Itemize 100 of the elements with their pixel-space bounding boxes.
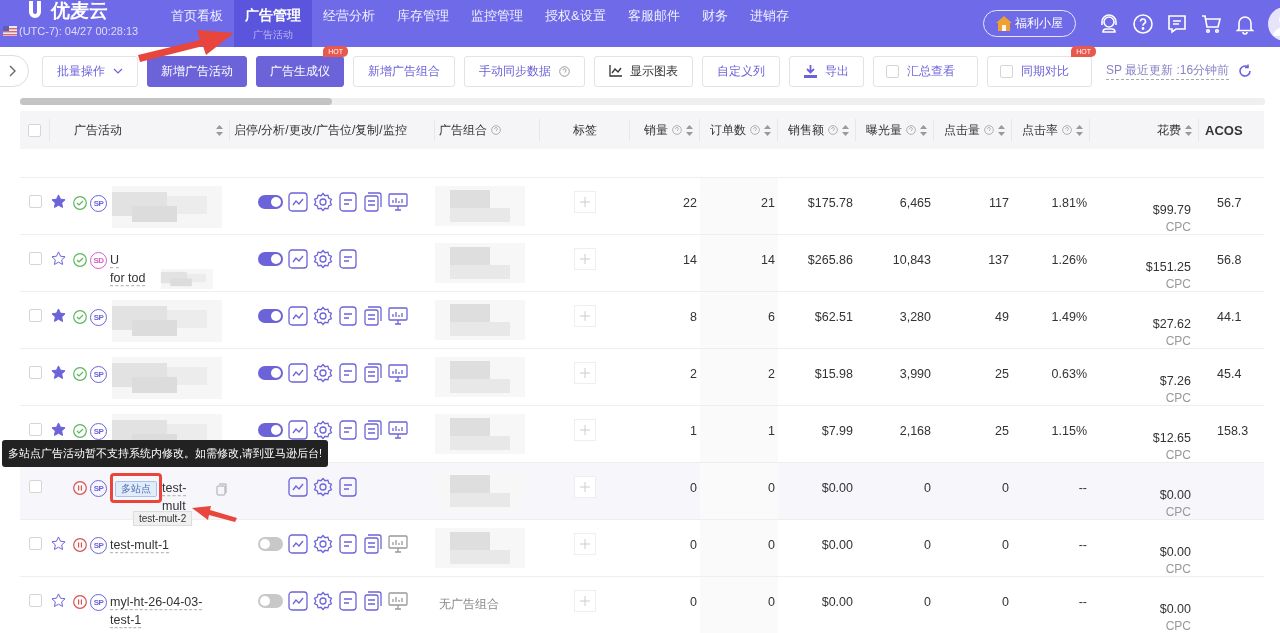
monitor-icon[interactable] <box>388 192 408 212</box>
toggle-switch[interactable] <box>258 195 283 209</box>
toggle-switch[interactable] <box>258 537 283 551</box>
document-icon[interactable] <box>338 591 358 611</box>
horizontal-scrollbar[interactable] <box>20 98 1265 105</box>
toggle-switch[interactable] <box>258 423 283 437</box>
monitor-icon[interactable] <box>388 591 408 611</box>
toolbar-button[interactable]: 导出 <box>789 55 864 87</box>
settings-icon[interactable] <box>313 591 333 611</box>
trend-chart-icon[interactable] <box>288 477 308 497</box>
nav-tab[interactable]: 授权&设置 <box>534 0 617 47</box>
help-icon[interactable] <box>1062 125 1072 135</box>
row-checkbox[interactable] <box>28 366 42 379</box>
trend-chart-icon[interactable] <box>288 192 308 212</box>
monitor-icon[interactable] <box>388 306 408 326</box>
copy-icon[interactable] <box>363 591 383 611</box>
copy-icon[interactable] <box>363 363 383 383</box>
settings-icon[interactable] <box>313 249 333 269</box>
star-icon[interactable] <box>51 536 66 551</box>
select-all-checkbox[interactable] <box>28 123 41 137</box>
toolbar-button[interactable]: 手动同步数据 <box>464 55 585 87</box>
toolbar-button[interactable]: 新增广告活动 <box>147 55 247 87</box>
trend-chart-icon[interactable] <box>288 534 308 554</box>
nav-tab[interactable]: 客服邮件 <box>616 0 691 47</box>
refresh-icon[interactable] <box>1238 64 1253 78</box>
toolbar-button[interactable]: 新增广告组合 <box>353 55 455 87</box>
message-icon[interactable] <box>1166 12 1188 35</box>
help-icon[interactable] <box>828 125 838 135</box>
nav-tab[interactable]: 监控管理 <box>460 0 534 47</box>
nav-tab[interactable]: 财务 <box>690 0 739 47</box>
trend-chart-icon[interactable] <box>288 591 308 611</box>
help-icon[interactable] <box>750 125 760 135</box>
welfare-button[interactable]: 福利小屋 <box>983 10 1076 37</box>
settings-icon[interactable] <box>313 192 333 212</box>
toolbar-button[interactable]: 广告生成仪 <box>256 55 344 87</box>
sort-icon[interactable] <box>216 124 223 136</box>
star-icon[interactable] <box>51 422 66 437</box>
row-checkbox[interactable] <box>28 594 42 607</box>
document-icon[interactable] <box>338 306 358 326</box>
trend-chart-icon[interactable] <box>288 249 308 269</box>
document-icon[interactable] <box>338 420 358 440</box>
document-icon[interactable] <box>338 363 358 383</box>
document-icon[interactable] <box>338 249 358 269</box>
row-checkbox[interactable] <box>28 537 42 550</box>
settings-icon[interactable] <box>313 534 333 554</box>
star-icon[interactable] <box>51 251 66 266</box>
row-checkbox[interactable] <box>28 423 42 436</box>
sort-icon[interactable] <box>998 124 1005 136</box>
copy-icon[interactable] <box>363 306 383 326</box>
nav-tab[interactable]: 经营分析 <box>312 0 386 47</box>
settings-icon[interactable] <box>313 363 333 383</box>
monitor-icon[interactable] <box>388 363 408 383</box>
nav-tab[interactable]: 库存管理 <box>386 0 460 47</box>
cart-icon[interactable] <box>1200 12 1222 35</box>
star-icon[interactable] <box>51 308 66 323</box>
settings-icon[interactable] <box>313 306 333 326</box>
trend-chart-icon[interactable] <box>288 420 308 440</box>
sort-icon[interactable] <box>842 124 849 136</box>
help-icon[interactable] <box>672 125 682 135</box>
row-checkbox[interactable] <box>28 309 42 322</box>
sort-icon[interactable] <box>1076 124 1083 136</box>
toggle-switch[interactable] <box>258 366 283 380</box>
sort-icon[interactable] <box>686 124 693 136</box>
star-icon[interactable] <box>51 365 66 380</box>
help-icon[interactable] <box>491 125 501 135</box>
copy-icon[interactable] <box>363 420 383 440</box>
star-icon[interactable] <box>51 194 66 209</box>
monitor-icon[interactable] <box>388 420 408 440</box>
expand-button[interactable] <box>0 55 29 87</box>
trend-chart-icon[interactable] <box>288 306 308 326</box>
monitor-icon[interactable] <box>388 534 408 554</box>
document-icon[interactable] <box>338 477 358 497</box>
star-icon[interactable] <box>51 593 66 608</box>
nav-tab[interactable]: 首页看板 <box>160 0 234 47</box>
settings-icon[interactable] <box>313 420 333 440</box>
sort-icon[interactable] <box>920 124 927 136</box>
row-checkbox[interactable] <box>28 252 42 265</box>
campaign-name[interactable]: myl-ht-26-04-03- test-1 <box>110 593 203 629</box>
help-icon[interactable] <box>984 125 994 135</box>
document-icon[interactable] <box>338 192 358 212</box>
toggle-switch[interactable] <box>258 252 283 266</box>
row-checkbox[interactable] <box>28 480 42 493</box>
document-icon[interactable] <box>338 534 358 554</box>
toggle-switch[interactable] <box>258 594 283 608</box>
toolbar-button[interactable]: 自定义列 <box>702 55 780 87</box>
checkbox-button[interactable]: 汇总查看 <box>873 55 978 87</box>
nav-tab[interactable]: 进销存 <box>738 0 800 47</box>
settings-icon[interactable] <box>313 477 333 497</box>
copy-icon[interactable] <box>363 192 383 212</box>
copy-icon[interactable] <box>363 534 383 554</box>
sort-icon[interactable] <box>764 124 771 136</box>
headset-icon[interactable] <box>1098 12 1120 35</box>
help-icon[interactable] <box>906 125 916 135</box>
toolbar-button[interactable]: 显示图表 <box>594 55 693 87</box>
nav-tab[interactable]: 广告管理 广告活动 <box>234 0 312 47</box>
campaign-name[interactable]: test-mult-1 <box>110 536 170 554</box>
checkbox-button[interactable]: 同期对比 <box>987 55 1092 87</box>
trend-chart-icon[interactable] <box>288 363 308 383</box>
dropdown-button[interactable]: 批量操作 <box>42 55 138 87</box>
sort-icon[interactable] <box>1185 124 1192 136</box>
